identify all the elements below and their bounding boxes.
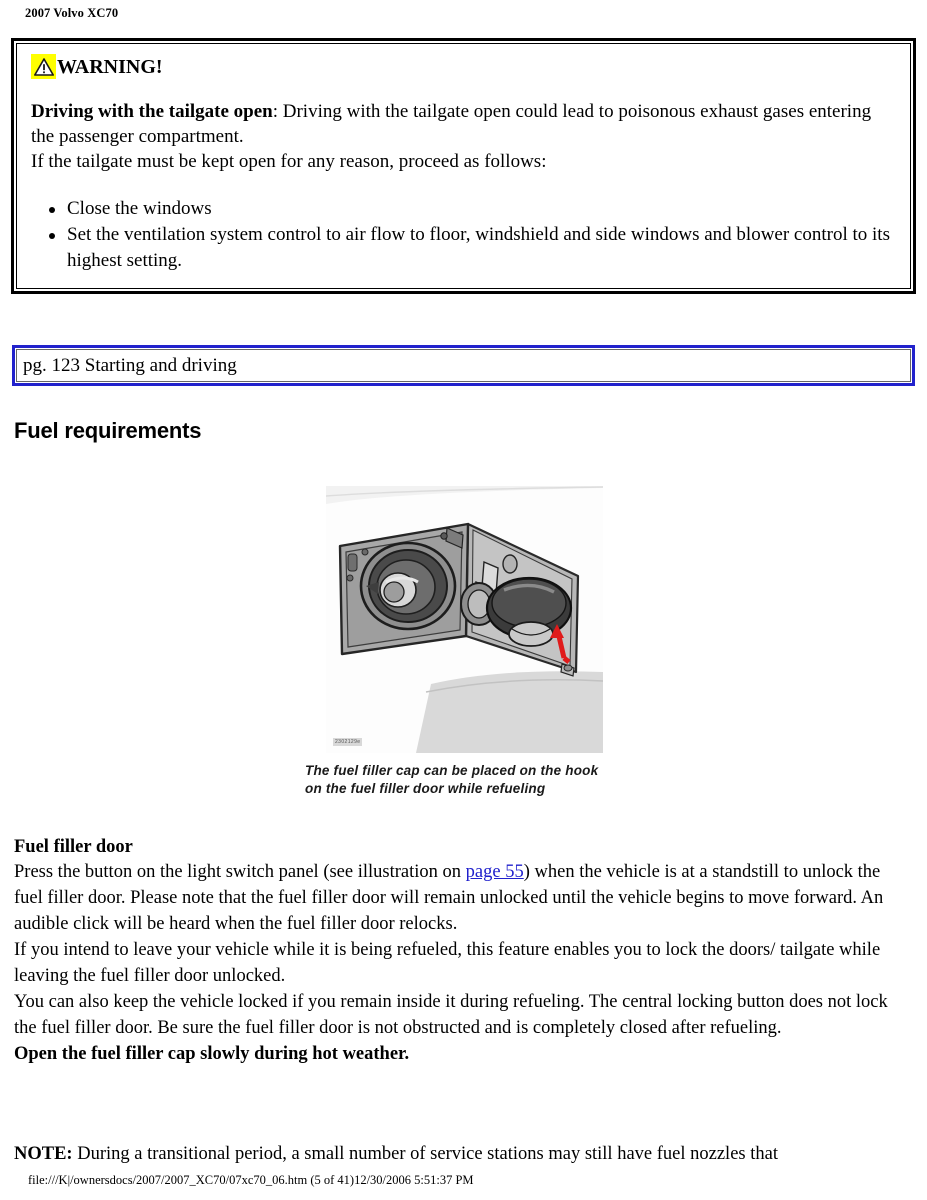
warning-lead-text: Driving with the tailgate open [31, 101, 273, 122]
warning-title-row: WARNING! [31, 54, 896, 79]
page-reference-navbox[interactable]: pg. 123 Starting and driving [12, 345, 915, 386]
paragraph-2: If you intend to leave your vehicle whil… [14, 940, 881, 986]
figure-caption-line2: on the fuel filler door while refueling [305, 781, 546, 796]
figure-id-label: 2302129e [333, 738, 363, 746]
body-copy: Fuel filler door Press the button on the… [14, 836, 904, 1067]
page-title: Fuel requirements [14, 418, 202, 443]
warning-second-line: If the tailgate must be kept open for an… [31, 151, 547, 172]
paragraph-1-before-link: Press the button on the light switch pan… [14, 862, 466, 882]
paragraph-3: You can also keep the vehicle locked if … [14, 992, 888, 1038]
list-item: Close the windows [31, 196, 896, 222]
warning-bullet-list: Close the windows Set the ventilation sy… [31, 196, 896, 274]
paragraph-1: Press the button on the light switch pan… [14, 859, 904, 937]
warning-box: WARNING! Driving with the tailgate open:… [11, 38, 916, 294]
page-footer-path: file:///K|/ownersdocs/2007/2007_XC70/07x… [28, 1173, 474, 1187]
note-text: During a transitional period, a small nu… [72, 1143, 778, 1164]
note-paragraph: NOTE: During a transitional period, a sm… [14, 1141, 909, 1167]
page-reference-navbox-inner: pg. 123 Starting and driving [16, 349, 911, 382]
note-label: NOTE: [14, 1143, 73, 1164]
figure-caption-line1: The fuel filler cap can be placed on the… [305, 763, 599, 778]
paragraph-4-bold: Open the fuel filler cap slowly during h… [14, 1044, 410, 1064]
warning-paragraph: Driving with the tailgate open: Driving … [31, 99, 896, 149]
list-item: Set the ventilation system control to ai… [31, 222, 896, 274]
warning-box-inner: WARNING! Driving with the tailgate open:… [16, 43, 911, 289]
figure-caption: The fuel filler cap can be placed on the… [305, 762, 665, 798]
fuel-filler-door-illustration: 2302129e [326, 486, 603, 753]
bullet-icon [49, 233, 55, 239]
page-header: 2007 Volvo XC70 [25, 6, 119, 20]
warning-title: WARNING! [57, 55, 163, 78]
page-55-link[interactable]: page 55 [466, 862, 524, 882]
warning-triangle-icon [31, 54, 56, 79]
bullet-icon [49, 207, 55, 213]
fuel-filler-door-figure-svg [326, 486, 603, 753]
list-item-label: Set the ventilation system control to ai… [67, 224, 890, 271]
subhead-fuel-filler-door: Fuel filler door [14, 837, 133, 857]
page-reference-label: pg. 123 Starting and driving [23, 354, 237, 376]
list-item-label: Close the windows [67, 198, 212, 219]
